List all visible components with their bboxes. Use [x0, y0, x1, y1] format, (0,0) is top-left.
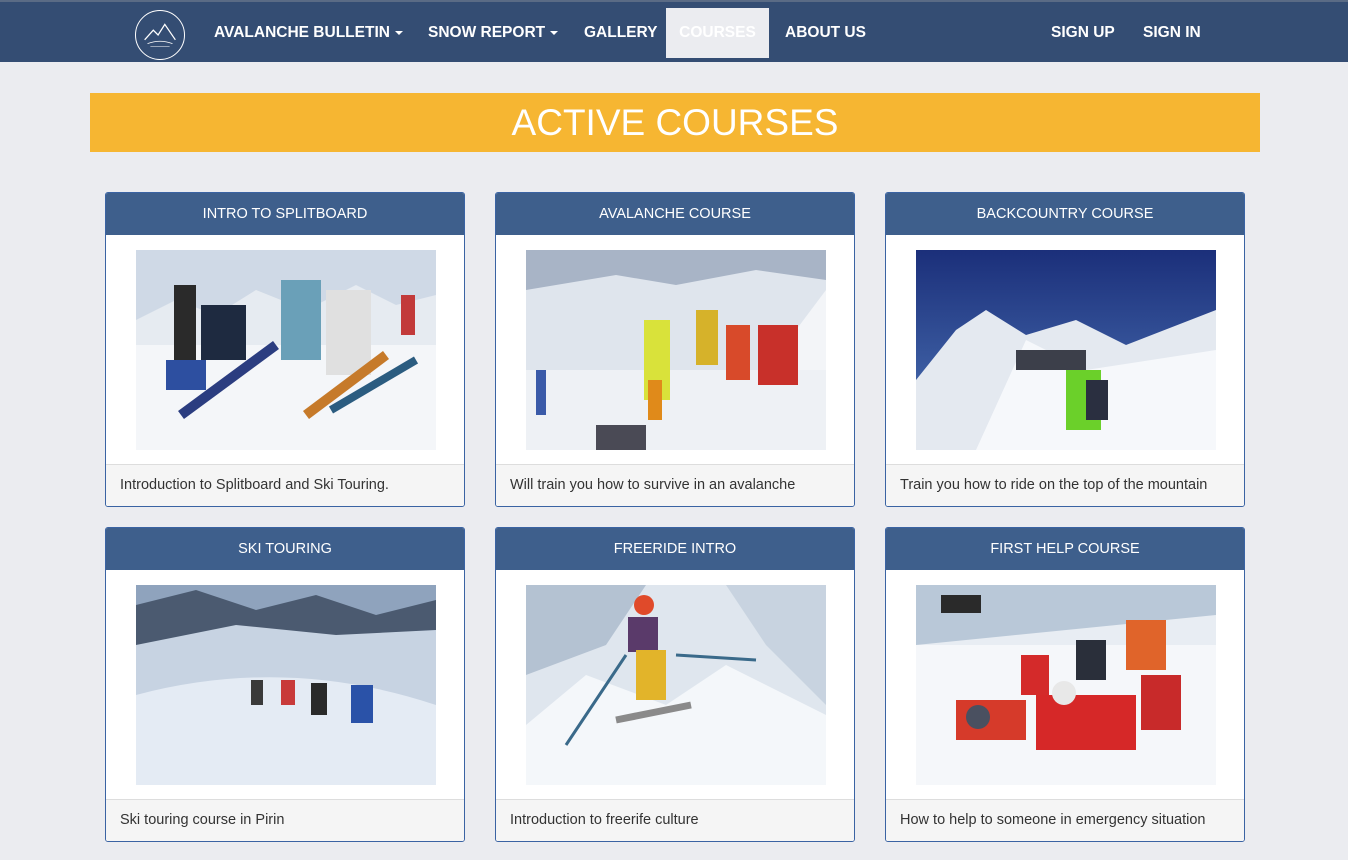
course-card[interactable]: INTRO TO SPLITBOARD Introduction to Spli…: [105, 192, 465, 507]
course-description: Introduction to freerife culture: [496, 799, 854, 841]
nav-snow-report[interactable]: SNOW REPORT: [428, 8, 559, 58]
course-image: [526, 250, 826, 450]
course-description: Introduction to Splitboard and Ski Touri…: [106, 464, 464, 506]
course-title: FIRST HELP COURSE: [886, 528, 1244, 570]
course-card[interactable]: AVALANCHE COURSE Will train you how to s…: [495, 192, 855, 507]
course-description: Ski touring course in Pirin: [106, 799, 464, 841]
nav-avalanche-bulletin-label: AVALANCHE BULLETIN: [214, 24, 390, 41]
course-image: [916, 585, 1216, 785]
course-description: How to help to someone in emergency situ…: [886, 799, 1244, 841]
course-image: [136, 585, 436, 785]
course-title: FREERIDE INTRO: [496, 528, 854, 570]
avalanche-logo-icon[interactable]: [135, 10, 185, 60]
course-card[interactable]: SKI TOURING Ski touring course in Pirin: [105, 527, 465, 842]
nav-snow-report-label: SNOW REPORT: [428, 24, 546, 41]
nav-about-us-label: ABOUT US: [785, 24, 866, 41]
course-card[interactable]: BACKCOUNTRY COURSE Train you how to ride…: [885, 192, 1245, 507]
course-image: [526, 585, 826, 785]
nav-avalanche-bulletin[interactable]: AVALANCHE BULLETIN: [214, 8, 403, 58]
nav-courses-label: COURSES: [679, 24, 756, 41]
page-title-banner: ACTIVE COURSES: [90, 93, 1260, 152]
course-description: Train you how to ride on the top of the …: [886, 464, 1244, 506]
course-image: [136, 250, 436, 450]
caret-down-icon: [394, 30, 403, 35]
nav-courses[interactable]: COURSES: [666, 8, 769, 58]
course-title: SKI TOURING: [106, 528, 464, 570]
course-card[interactable]: FREERIDE INTRO Introduction to freerife …: [495, 527, 855, 842]
caret-down-icon: [550, 30, 559, 35]
course-title: AVALANCHE COURSE: [496, 193, 854, 235]
course-title: INTRO TO SPLITBOARD: [106, 193, 464, 235]
nav-gallery[interactable]: GALLERY: [584, 8, 657, 58]
sign-in-link[interactable]: SIGN IN: [1143, 8, 1201, 58]
nav-about-us[interactable]: ABOUT US: [785, 8, 866, 58]
course-description: Will train you how to survive in an aval…: [496, 464, 854, 506]
nav-gallery-label: GALLERY: [584, 24, 658, 41]
top-navbar: AVALANCHE BULLETIN SNOW REPORT GALLERY C…: [0, 0, 1348, 62]
course-image: [916, 250, 1216, 450]
sign-up-link[interactable]: SIGN UP: [1051, 8, 1115, 58]
course-title: BACKCOUNTRY COURSE: [886, 193, 1244, 235]
course-card[interactable]: FIRST HELP COURSE How to help to someone…: [885, 527, 1245, 842]
